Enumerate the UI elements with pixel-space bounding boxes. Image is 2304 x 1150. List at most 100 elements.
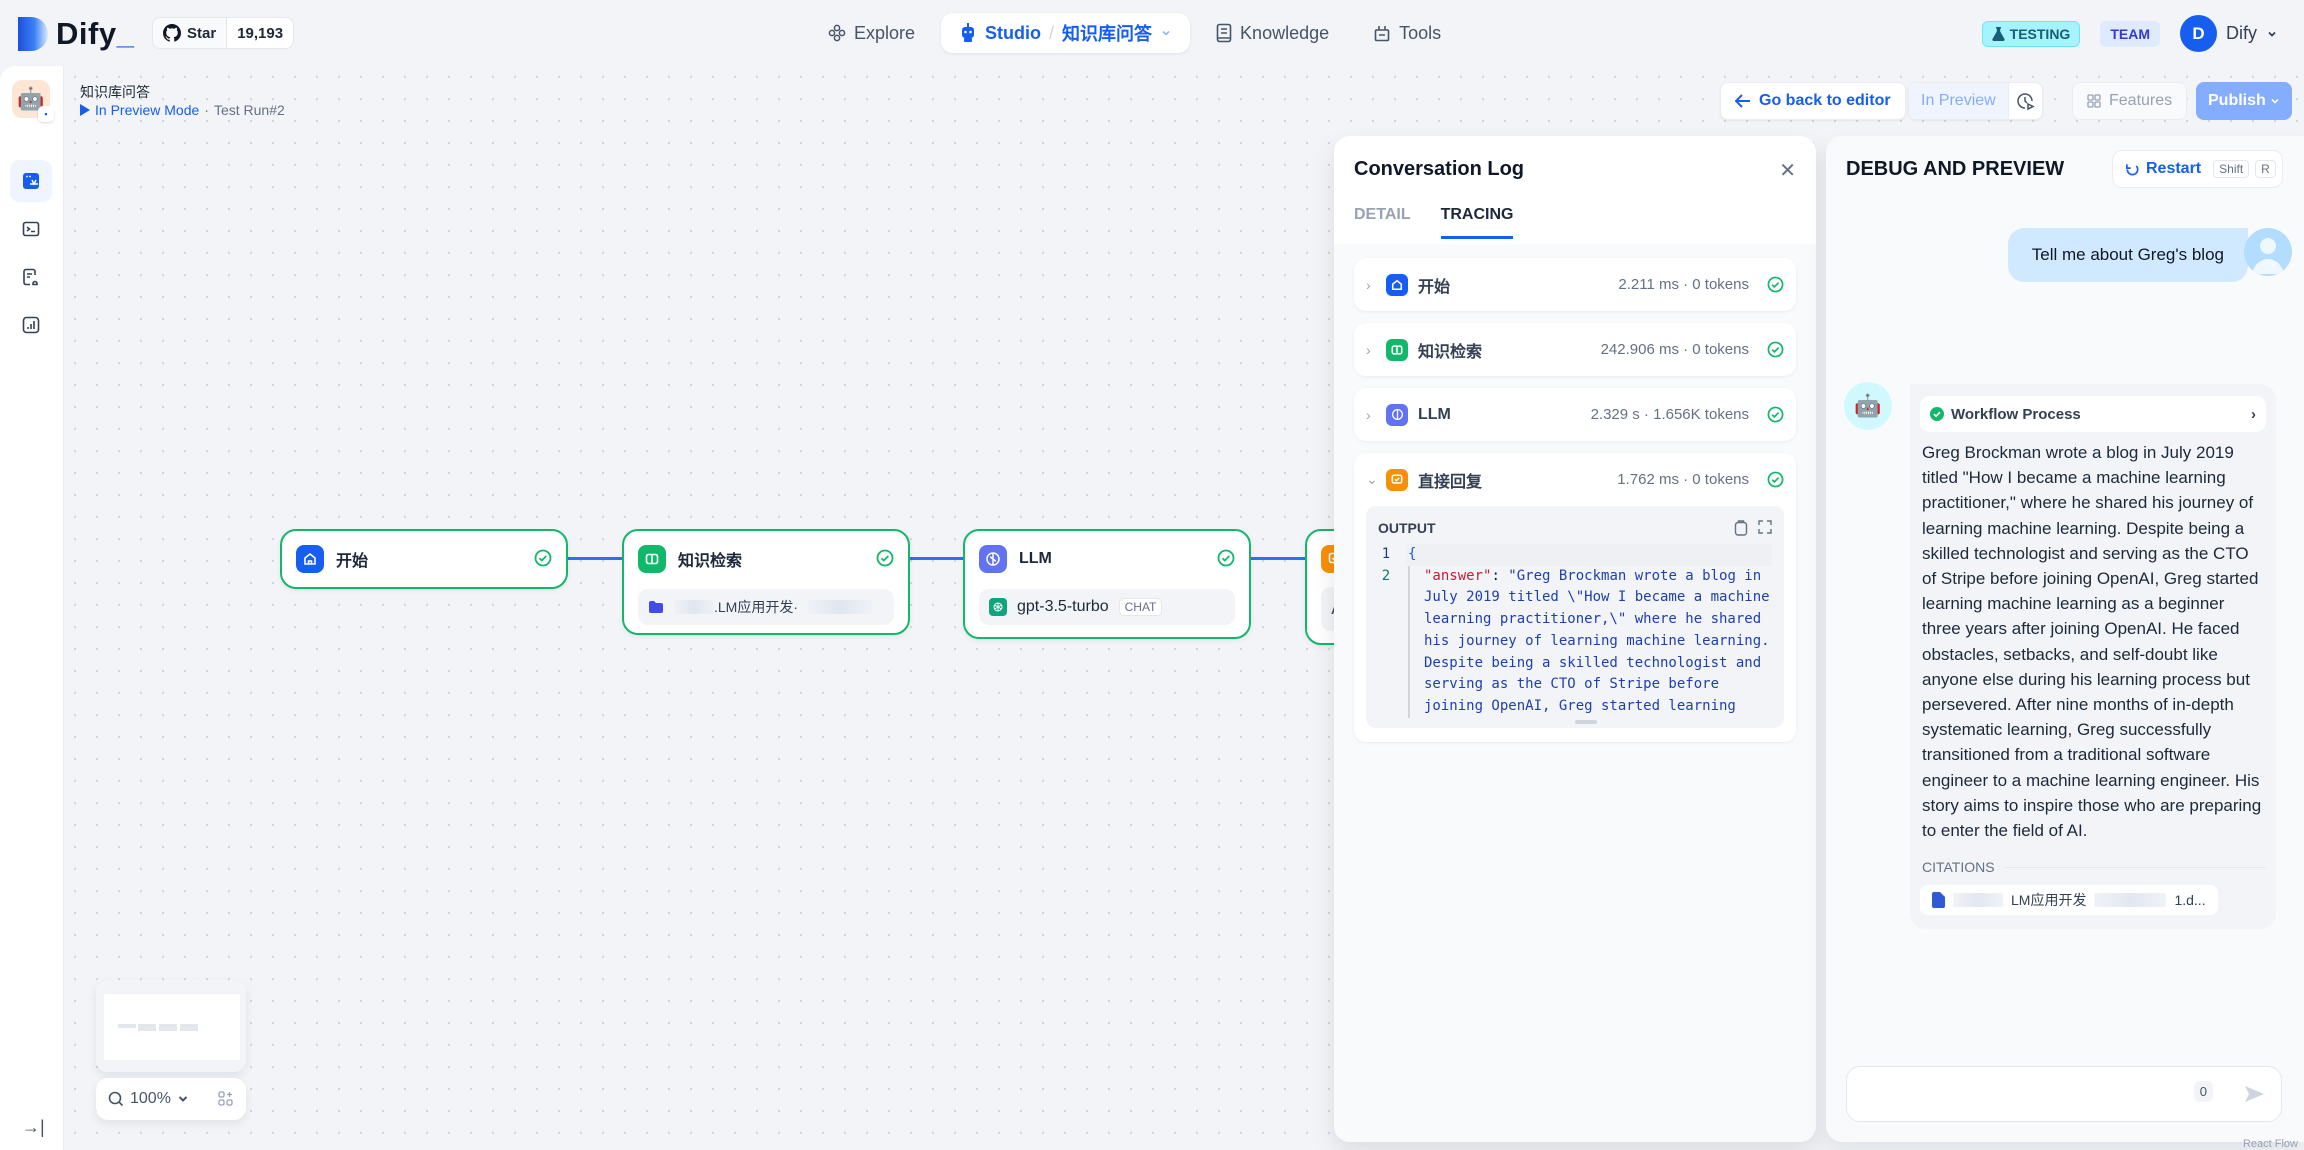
dify-logo[interactable]: Dify_: [18, 16, 134, 52]
trace-title: LLM: [1418, 405, 1451, 423]
top-bar: Dify_ Star 19,193 Explore Studio / 知识库问答…: [0, 0, 2304, 66]
close-icon[interactable]: ✕: [1779, 158, 1796, 183]
github-icon: [163, 24, 181, 42]
book-open-icon: [1386, 338, 1408, 361]
edge-llm-to-answer: [1250, 557, 1306, 560]
model-info: gpt-3.5-turbo CHAT: [979, 589, 1235, 625]
node-title: 知识检索: [678, 553, 743, 570]
publish-button[interactable]: Publish: [2196, 82, 2292, 120]
chevron-right-icon[interactable]: ›: [1366, 277, 1376, 293]
trace-item-expanded[interactable]: ⌄ 直接回复 1.762 ms · 0 tokens OUTPUT 1 2 {…: [1354, 453, 1796, 742]
refresh-icon: [2126, 163, 2139, 175]
app-title: 知识库问答: [80, 84, 150, 100]
node-title: 开始: [336, 553, 369, 570]
shortcut-key: Shift: [2213, 160, 2250, 178]
success-check-icon: [1767, 341, 1784, 358]
answer-value: "Greg Brockman wrote a blog in July 2019…: [1424, 567, 1779, 714]
dataset-item: .LM应用开发·: [638, 589, 894, 625]
sidebar-item-api[interactable]: [10, 208, 52, 250]
nav-explore[interactable]: Explore: [810, 13, 933, 53]
citation-item[interactable]: LM应用开发 1.d...: [1920, 885, 2218, 916]
trace-meta: 2.211 ms · 0 tokens: [1618, 276, 1749, 293]
current-app-name[interactable]: 知识库问答: [1062, 20, 1152, 46]
model-name: gpt-3.5-turbo: [1017, 598, 1109, 615]
testing-badge: TESTING: [1981, 20, 2081, 47]
sidebar-item-logs[interactable]: [10, 256, 52, 298]
features-button[interactable]: Features: [2072, 82, 2188, 120]
in-preview-button[interactable]: In Preview: [1909, 83, 2008, 119]
home-icon: [296, 545, 324, 573]
sidebar-item-monitoring[interactable]: [10, 304, 52, 346]
nav-knowledge[interactable]: Knowledge: [1198, 13, 1347, 53]
chat-input[interactable]: 0: [1846, 1066, 2282, 1122]
chevron-right-icon[interactable]: ›: [1366, 407, 1376, 423]
docx-file-icon: [1932, 892, 1945, 909]
zoom-controls: 100%: [96, 1078, 246, 1120]
chevron-down-icon[interactable]: [1160, 27, 1172, 39]
trace-item[interactable]: › 知识检索 242.906 ms · 0 tokens: [1354, 323, 1796, 376]
restart-button[interactable]: Restart Shift R: [2112, 150, 2283, 188]
nav-studio[interactable]: Studio / 知识库问答: [941, 13, 1191, 53]
chatflow-badge-icon: ▪: [38, 106, 54, 122]
node-start[interactable]: 开始: [280, 529, 568, 589]
nav-studio-label: Studio: [985, 22, 1042, 43]
preview-mode-label: In Preview Mode: [95, 102, 200, 118]
success-check-icon: [1767, 471, 1784, 488]
scrollbar[interactable]: [1575, 719, 1597, 724]
toolbox-icon: [1374, 26, 1390, 42]
sidebar-item-orchestrate[interactable]: [10, 160, 52, 202]
arrow-left-icon: [1735, 94, 1750, 108]
explore-icon: [828, 24, 846, 42]
chevron-right-icon[interactable]: ›: [1366, 342, 1376, 358]
react-flow-attribution[interactable]: React Flow: [2243, 1138, 2298, 1150]
output-code-block: OUTPUT 1 2 { "answer": "Greg Brockman wr…: [1366, 506, 1784, 728]
dataset-name: .LM应用开发·: [714, 599, 798, 615]
success-check-icon: [1930, 407, 1944, 421]
edge-start-to-retrieval: [568, 557, 624, 560]
chart-icon: [22, 316, 40, 334]
book-open-icon: [638, 545, 666, 573]
nav-tools[interactable]: Tools: [1355, 13, 1459, 53]
tab-detail[interactable]: DETAIL: [1354, 206, 1411, 239]
copy-icon[interactable]: [1734, 520, 1748, 536]
json-output[interactable]: { "answer": "Greg Brockman wrote a blog …: [1406, 544, 1784, 718]
bot-message: Workflow Process › Greg Brockman wrote a…: [1910, 384, 2276, 930]
folder-icon: [649, 601, 663, 613]
citation-name: LM应用开发: [2011, 892, 2087, 909]
send-icon[interactable]: [2243, 1083, 2265, 1105]
node-llm[interactable]: LLM gpt-3.5-turbo CHAT: [963, 529, 1251, 639]
chevron-down-icon[interactable]: ⌄: [1366, 471, 1378, 488]
github-star-button[interactable]: Star 19,193: [152, 17, 295, 49]
nav-separator: /: [1049, 22, 1055, 43]
run-status: In Preview Mode · Test Run#2: [80, 102, 285, 118]
trace-item[interactable]: › LLM 2.329 s · 1.656K tokens: [1354, 388, 1796, 441]
conversation-log-panel: Conversation Log ✕ DETAIL TRACING › 开始 2…: [1334, 136, 1816, 1142]
tracing-list: › 开始 2.211 ms · 0 tokens › 知识检索 242.906 …: [1334, 244, 1816, 1142]
workflow-process-toggle[interactable]: Workflow Process ›: [1920, 396, 2266, 432]
run-history-button[interactable]: [2007, 83, 2042, 119]
brain-icon: [979, 545, 1007, 573]
user-name: Dify: [2226, 23, 2257, 43]
minimap[interactable]: [96, 980, 246, 1072]
chevron-down-icon: [2268, 31, 2276, 37]
add-node-icon[interactable]: [218, 1091, 234, 1107]
user-menu[interactable]: D Dify: [2180, 15, 2278, 52]
expand-icon[interactable]: [1758, 520, 1772, 534]
chevron-down-icon[interactable]: [177, 1093, 189, 1105]
preview-group: In Preview: [1908, 82, 2043, 120]
node-knowledge-retrieval[interactable]: 知识检索 .LM应用开发·: [622, 529, 910, 635]
logo-text: Dify: [56, 16, 117, 51]
trace-title: 直接回复: [1418, 473, 1483, 491]
message-check-icon: [1386, 468, 1408, 491]
test-run-label: Test Run#2: [213, 102, 285, 118]
star-count: 19,193: [227, 18, 294, 48]
robot-icon: [962, 23, 975, 42]
app-icon[interactable]: 🤖 ▪: [12, 80, 54, 122]
expand-sidebar-icon[interactable]: →|: [22, 1117, 45, 1138]
tab-tracing[interactable]: TRACING: [1440, 206, 1514, 239]
go-back-to-editor-button[interactable]: Go back to editor: [1720, 82, 1906, 120]
trace-item[interactable]: › 开始 2.211 ms · 0 tokens: [1354, 258, 1796, 311]
home-icon: [1386, 273, 1408, 296]
minimap-node: [138, 1024, 156, 1031]
zoom-level[interactable]: 100%: [130, 1090, 171, 1108]
